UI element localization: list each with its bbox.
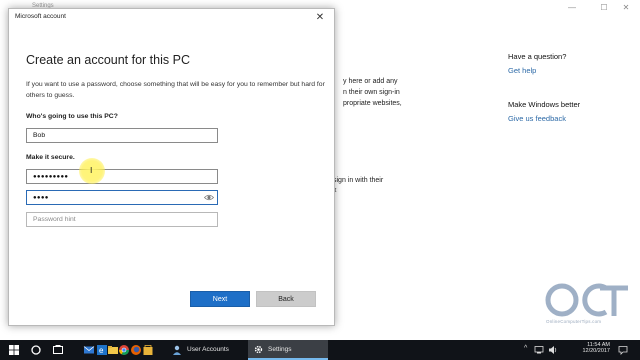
microsoft-account-dialog: Microsoft account ✕ Create an account fo… — [8, 8, 335, 326]
show-hidden-icons-chevron-icon[interactable]: ^ — [524, 345, 527, 352]
svg-text:e: e — [99, 346, 104, 355]
dialog-titlebar: Microsoft account ✕ — [9, 9, 334, 27]
ibeam-cursor-icon: I — [90, 166, 93, 175]
page-title: Create an account for this PC — [26, 53, 190, 67]
user-accounts-icon — [173, 345, 181, 355]
taskbar-app-settings[interactable]: Settings — [248, 340, 328, 360]
gear-icon — [254, 345, 263, 354]
make-windows-better-heading: Make Windows better — [508, 100, 581, 109]
settings-text-fragment: y here or add any — [343, 78, 398, 85]
next-button[interactable]: Next — [190, 291, 250, 307]
firefox-icon[interactable] — [130, 344, 142, 356]
taskbar-app-label: Settings — [268, 346, 292, 353]
back-button[interactable]: Back — [256, 291, 316, 307]
task-view-icon[interactable] — [52, 344, 64, 356]
clock[interactable]: 11:54 AM 12/20/2017 — [574, 342, 610, 354]
minimize-button[interactable]: — — [560, 2, 584, 14]
watermark-caption: OnlineComputerTips.com — [546, 319, 602, 324]
secure-label: Make it secure. — [26, 154, 75, 161]
volume-icon[interactable] — [548, 345, 558, 355]
maximize-button[interactable]: ☐ — [592, 2, 616, 14]
start-windows-icon[interactable] — [8, 344, 20, 356]
clock-date: 12/20/2017 — [582, 348, 610, 354]
settings-text-fragment: sign in with their — [333, 177, 384, 184]
taskbar-app-user-accounts[interactable]: User Accounts — [168, 340, 246, 360]
settings-close-button[interactable]: ✕ — [614, 2, 638, 14]
reenter-password-value: ●●●● — [33, 195, 49, 201]
cortana-icon[interactable] — [30, 344, 42, 356]
password-hint-placeholder: Password hint — [33, 216, 76, 223]
password-value: ●●●●●●●●● — [33, 174, 69, 180]
taskbar: e User Accounts Settings ^ 11:54 AM 12/2… — [0, 340, 640, 360]
network-icon[interactable] — [534, 345, 544, 355]
reenter-password-field[interactable]: ●●●● — [26, 190, 218, 205]
have-question-heading: Have a question? — [508, 52, 567, 61]
mail-icon[interactable] — [83, 344, 95, 356]
user-label: Who's going to use this PC? — [26, 113, 118, 120]
dialog-close-button[interactable]: ✕ — [313, 11, 327, 25]
give-feedback-link[interactable]: Give us feedback — [508, 114, 566, 123]
password-field[interactable]: ●●●●●●●●● — [26, 169, 218, 184]
description-text: If you want to use a password, choose so… — [26, 81, 325, 99]
store-icon[interactable] — [142, 344, 154, 356]
get-help-link[interactable]: Get help — [508, 66, 536, 75]
taskbar-app-label: User Accounts — [187, 346, 229, 353]
settings-text-fragment: n their own sign-in — [343, 89, 400, 96]
eye-icon[interactable] — [204, 193, 214, 202]
dialog-title: Microsoft account — [15, 13, 66, 20]
username-value: Bob — [33, 132, 46, 139]
settings-text-fragment: propriate websites, — [343, 100, 402, 107]
action-center-icon[interactable] — [618, 345, 628, 355]
username-field[interactable]: Bob — [26, 128, 218, 143]
chrome-icon[interactable] — [118, 344, 130, 356]
password-hint-field[interactable]: Password hint — [26, 212, 218, 227]
